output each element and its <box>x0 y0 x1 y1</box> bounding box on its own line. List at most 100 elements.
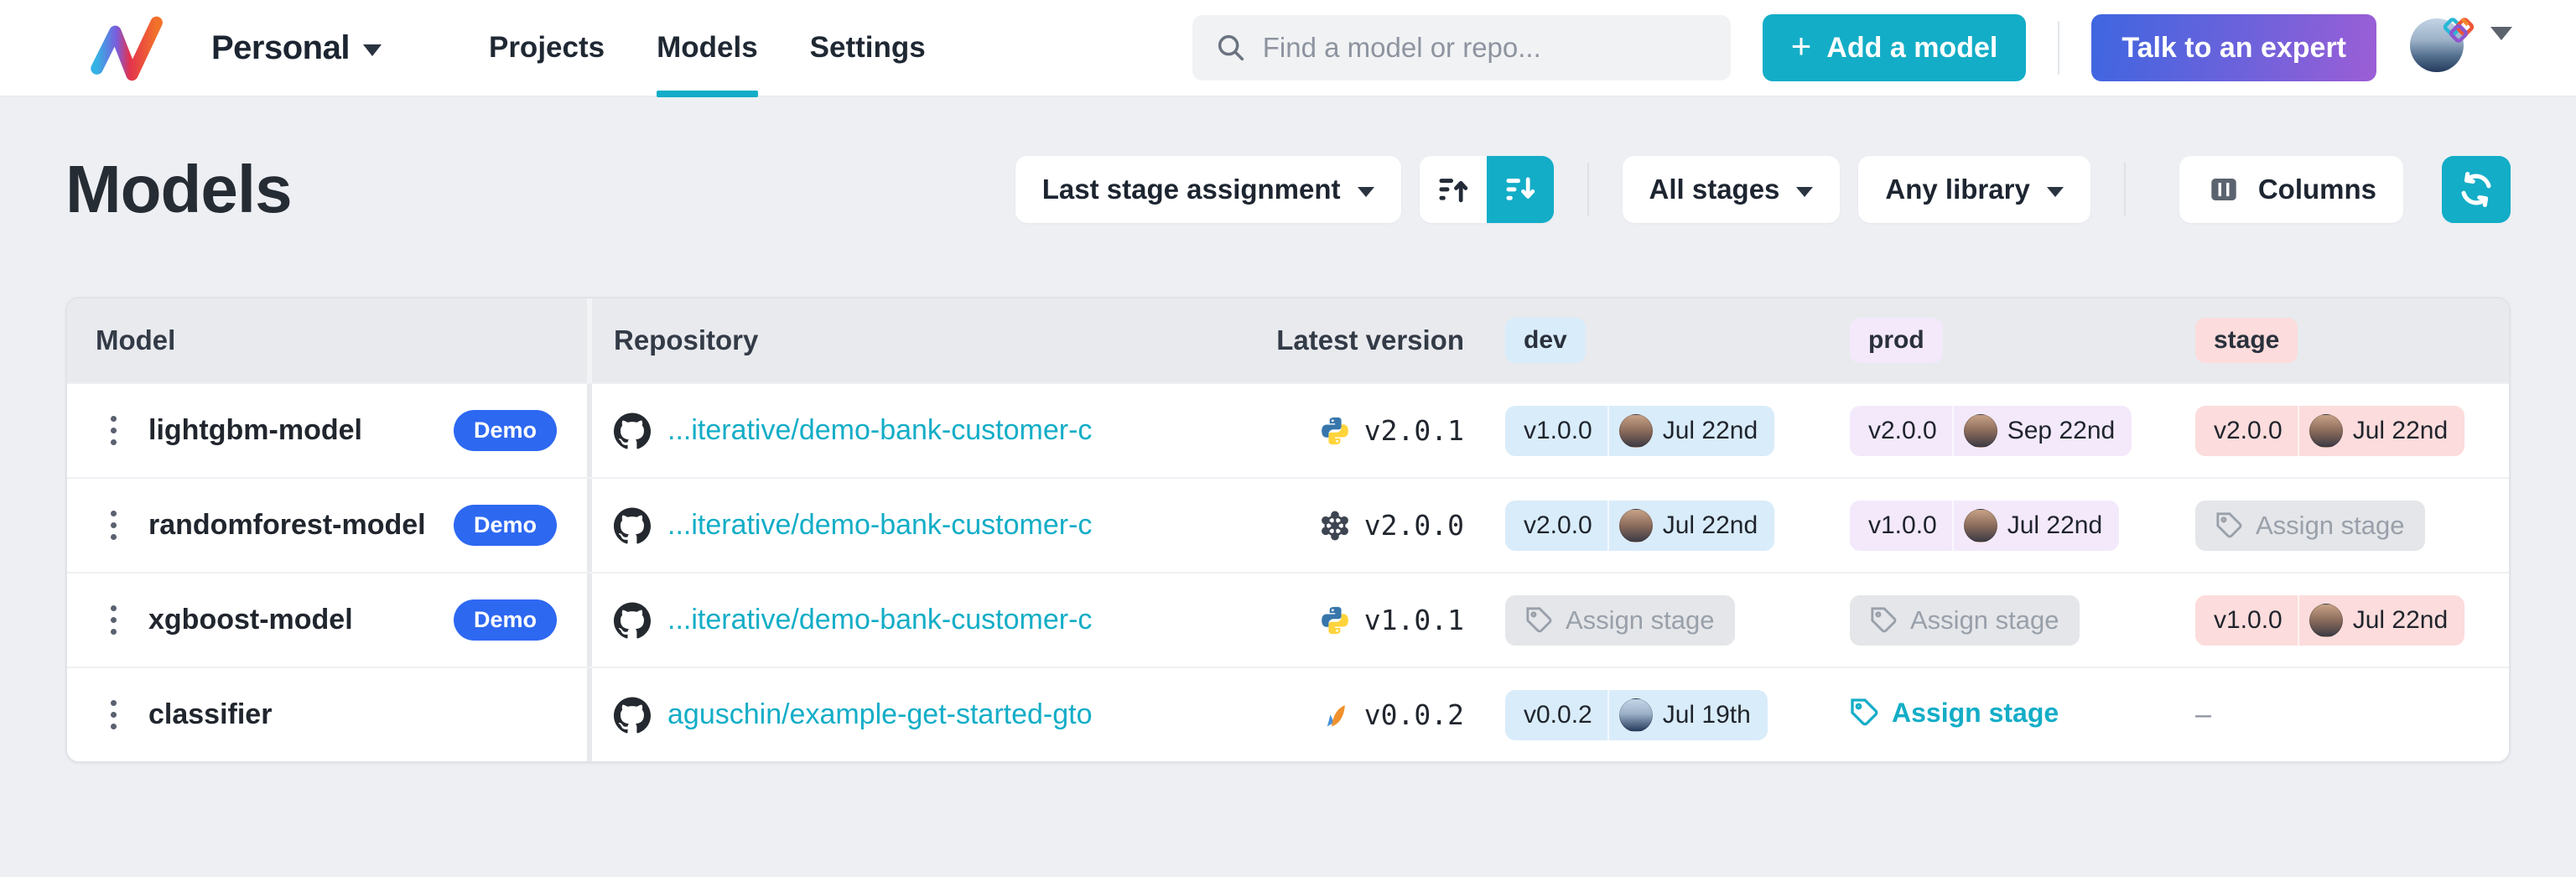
table-row[interactable]: randomforest-model Demo ...iterative/dem… <box>67 477 2509 572</box>
chevron-down-icon <box>2490 27 2512 54</box>
prod-stage-chip[interactable]: v2.0.0 Sep 22nd <box>1850 406 2132 456</box>
stages-filter-dropdown[interactable]: All stages <box>1623 156 1841 223</box>
assign-stage-label: Assign stage <box>1892 698 2059 729</box>
nav-divider <box>2058 21 2059 75</box>
avatar <box>1964 414 1997 448</box>
row-menu-button[interactable] <box>104 692 123 738</box>
repository-link[interactable]: ...iterative/demo-bank-customer-c <box>667 509 1092 542</box>
avatar <box>1964 509 1997 542</box>
github-icon <box>614 602 651 639</box>
github-icon <box>614 413 651 449</box>
search-input[interactable] <box>1263 32 1709 64</box>
model-name[interactable]: lightgbm-model <box>148 414 362 447</box>
top-navbar: Personal Projects Models Settings + Add … <box>0 0 2576 97</box>
github-icon <box>614 507 651 544</box>
avatar <box>1619 414 1653 448</box>
sort-descending-icon <box>1502 171 1539 208</box>
sort-ascending-button[interactable] <box>1420 156 1487 223</box>
user-menu[interactable] <box>2410 18 2469 77</box>
stage-stage-chip[interactable]: v1.0.0 Jul 22nd <box>2195 595 2464 646</box>
dev-stage-chip[interactable]: v0.0.2 Jul 19th <box>1505 690 1768 740</box>
global-search[interactable] <box>1192 15 1731 80</box>
models-table: Model Repository Latest version dev prod… <box>65 297 2511 763</box>
table-row[interactable]: xgboost-model Demo ...iterative/demo-ban… <box>67 572 2509 667</box>
toolbar-divider <box>1587 163 1589 216</box>
nav-tabs: Projects Models Settings <box>489 0 926 96</box>
row-menu-button[interactable] <box>104 597 123 643</box>
graph-network-icon <box>1319 510 1351 542</box>
row-menu-button[interactable] <box>104 407 123 454</box>
toolbar-divider <box>2124 163 2126 216</box>
stage-date: Jul 22nd <box>2007 511 2102 540</box>
sort-by-dropdown[interactable]: Last stage assignment <box>1015 156 1401 223</box>
tab-settings[interactable]: Settings <box>810 0 926 96</box>
page-title: Models <box>65 151 292 228</box>
assign-stage-disabled: Assign stage <box>2195 501 2425 551</box>
column-header-latest-version: Latest version <box>1244 324 1464 356</box>
demo-badge: Demo <box>454 599 557 641</box>
row-menu-button[interactable] <box>104 502 123 548</box>
avatar <box>2309 414 2343 448</box>
page-header: Models Last stage assignment <box>65 151 2511 228</box>
add-model-button[interactable]: + Add a model <box>1763 14 2027 81</box>
stage-stage-chip[interactable]: v2.0.0 Jul 22nd <box>2195 406 2464 456</box>
toolbar: Last stage assignment <box>1015 156 2511 223</box>
assign-stage-label: Assign stage <box>1910 605 2059 636</box>
sort-descending-button[interactable] <box>1487 156 1554 223</box>
library-filter-label: Any library <box>1885 174 2029 205</box>
column-header-prod: prod <box>1850 318 1943 363</box>
refresh-button[interactable] <box>2442 156 2511 223</box>
library-filter-dropdown[interactable]: Any library <box>1858 156 2090 223</box>
model-name[interactable]: randomforest-model <box>148 509 426 542</box>
table-header-row: Model Repository Latest version dev prod… <box>67 298 2509 382</box>
latest-version: v1.0.1 <box>1364 604 1464 636</box>
avatar <box>2309 604 2343 637</box>
talk-to-expert-button[interactable]: Talk to an expert <box>2091 14 2376 81</box>
refresh-icon <box>2457 170 2496 209</box>
columns-icon <box>2206 172 2241 207</box>
python-icon <box>1319 605 1351 636</box>
studio-logo-icon[interactable] <box>87 13 168 82</box>
assign-stage-label: Assign stage <box>1566 605 1715 636</box>
column-header-model: Model <box>67 324 587 356</box>
repository-link[interactable]: ...iterative/demo-bank-customer-c <box>667 604 1092 636</box>
repository-link[interactable]: aguschin/example-get-started-gto <box>667 698 1093 731</box>
model-name[interactable]: xgboost-model <box>148 604 353 636</box>
mlem-icon <box>1319 699 1351 731</box>
python-icon <box>1319 415 1351 447</box>
tab-projects[interactable]: Projects <box>489 0 605 96</box>
stage-date: Jul 19th <box>1663 701 1751 729</box>
dvc-links-badge-icon <box>2440 12 2477 53</box>
sort-by-label: Last stage assignment <box>1042 174 1341 205</box>
latest-version: v2.0.1 <box>1364 414 1464 447</box>
prod-stage-chip[interactable]: v1.0.0 Jul 22nd <box>1850 501 2119 551</box>
dev-stage-chip[interactable]: v1.0.0 Jul 22nd <box>1505 406 1774 456</box>
github-icon <box>614 697 651 734</box>
tab-models[interactable]: Models <box>657 0 758 96</box>
stage-date: Jul 22nd <box>2353 606 2448 635</box>
columns-button[interactable]: Columns <box>2179 156 2403 223</box>
stage-date: Jul 22nd <box>1663 417 1758 445</box>
stage-version: v1.0.0 <box>1505 417 1607 445</box>
dev-stage-chip[interactable]: v2.0.0 Jul 22nd <box>1505 501 1774 551</box>
table-row[interactable]: classifier aguschin/example-get-started-… <box>67 667 2509 761</box>
user-menu-caret[interactable] <box>2490 40 2512 55</box>
model-name[interactable]: classifier <box>148 698 272 731</box>
workspace-dropdown[interactable]: Personal <box>211 29 382 67</box>
latest-version: v2.0.0 <box>1364 509 1464 542</box>
stage-version: v1.0.0 <box>1850 511 1952 540</box>
stage-version: v0.0.2 <box>1505 701 1607 729</box>
add-model-label: Add a model <box>1826 32 1997 65</box>
plus-icon: + <box>1791 26 1812 66</box>
table-row[interactable]: lightgbm-model Demo ...iterative/demo-ba… <box>67 382 2509 477</box>
stages-filter-label: All stages <box>1649 174 1780 205</box>
latest-version: v0.0.2 <box>1364 698 1464 731</box>
avatar <box>1619 698 1653 732</box>
stage-date: Jul 22nd <box>2353 417 2448 445</box>
assign-stage-button[interactable]: Assign stage <box>1850 698 2059 729</box>
empty-stage-value: – <box>2195 698 2211 730</box>
repository-link[interactable]: ...iterative/demo-bank-customer-c <box>667 414 1092 447</box>
sort-direction-toggle <box>1420 156 1554 223</box>
stage-version: v2.0.0 <box>1505 511 1607 540</box>
demo-badge: Demo <box>454 505 557 546</box>
